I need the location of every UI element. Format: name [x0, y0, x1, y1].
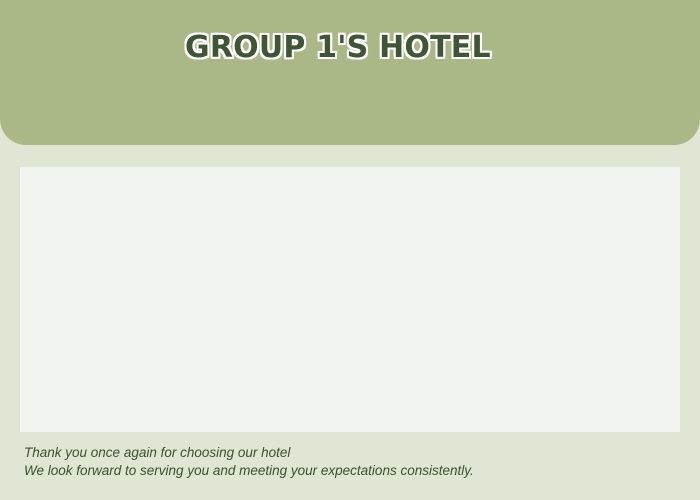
footer-message: Thank you once again for choosing our ho… — [24, 444, 684, 480]
hotel-title: GROUP 1'S HOTEL — [185, 30, 491, 65]
header-banner: GROUP 1'S HOTEL — [0, 0, 700, 145]
footer-commitment-text: We look forward to serving you and meeti… — [24, 463, 474, 478]
footer-thank-you-text: Thank you once again for choosing our ho… — [24, 445, 291, 460]
content-panel — [20, 167, 680, 432]
